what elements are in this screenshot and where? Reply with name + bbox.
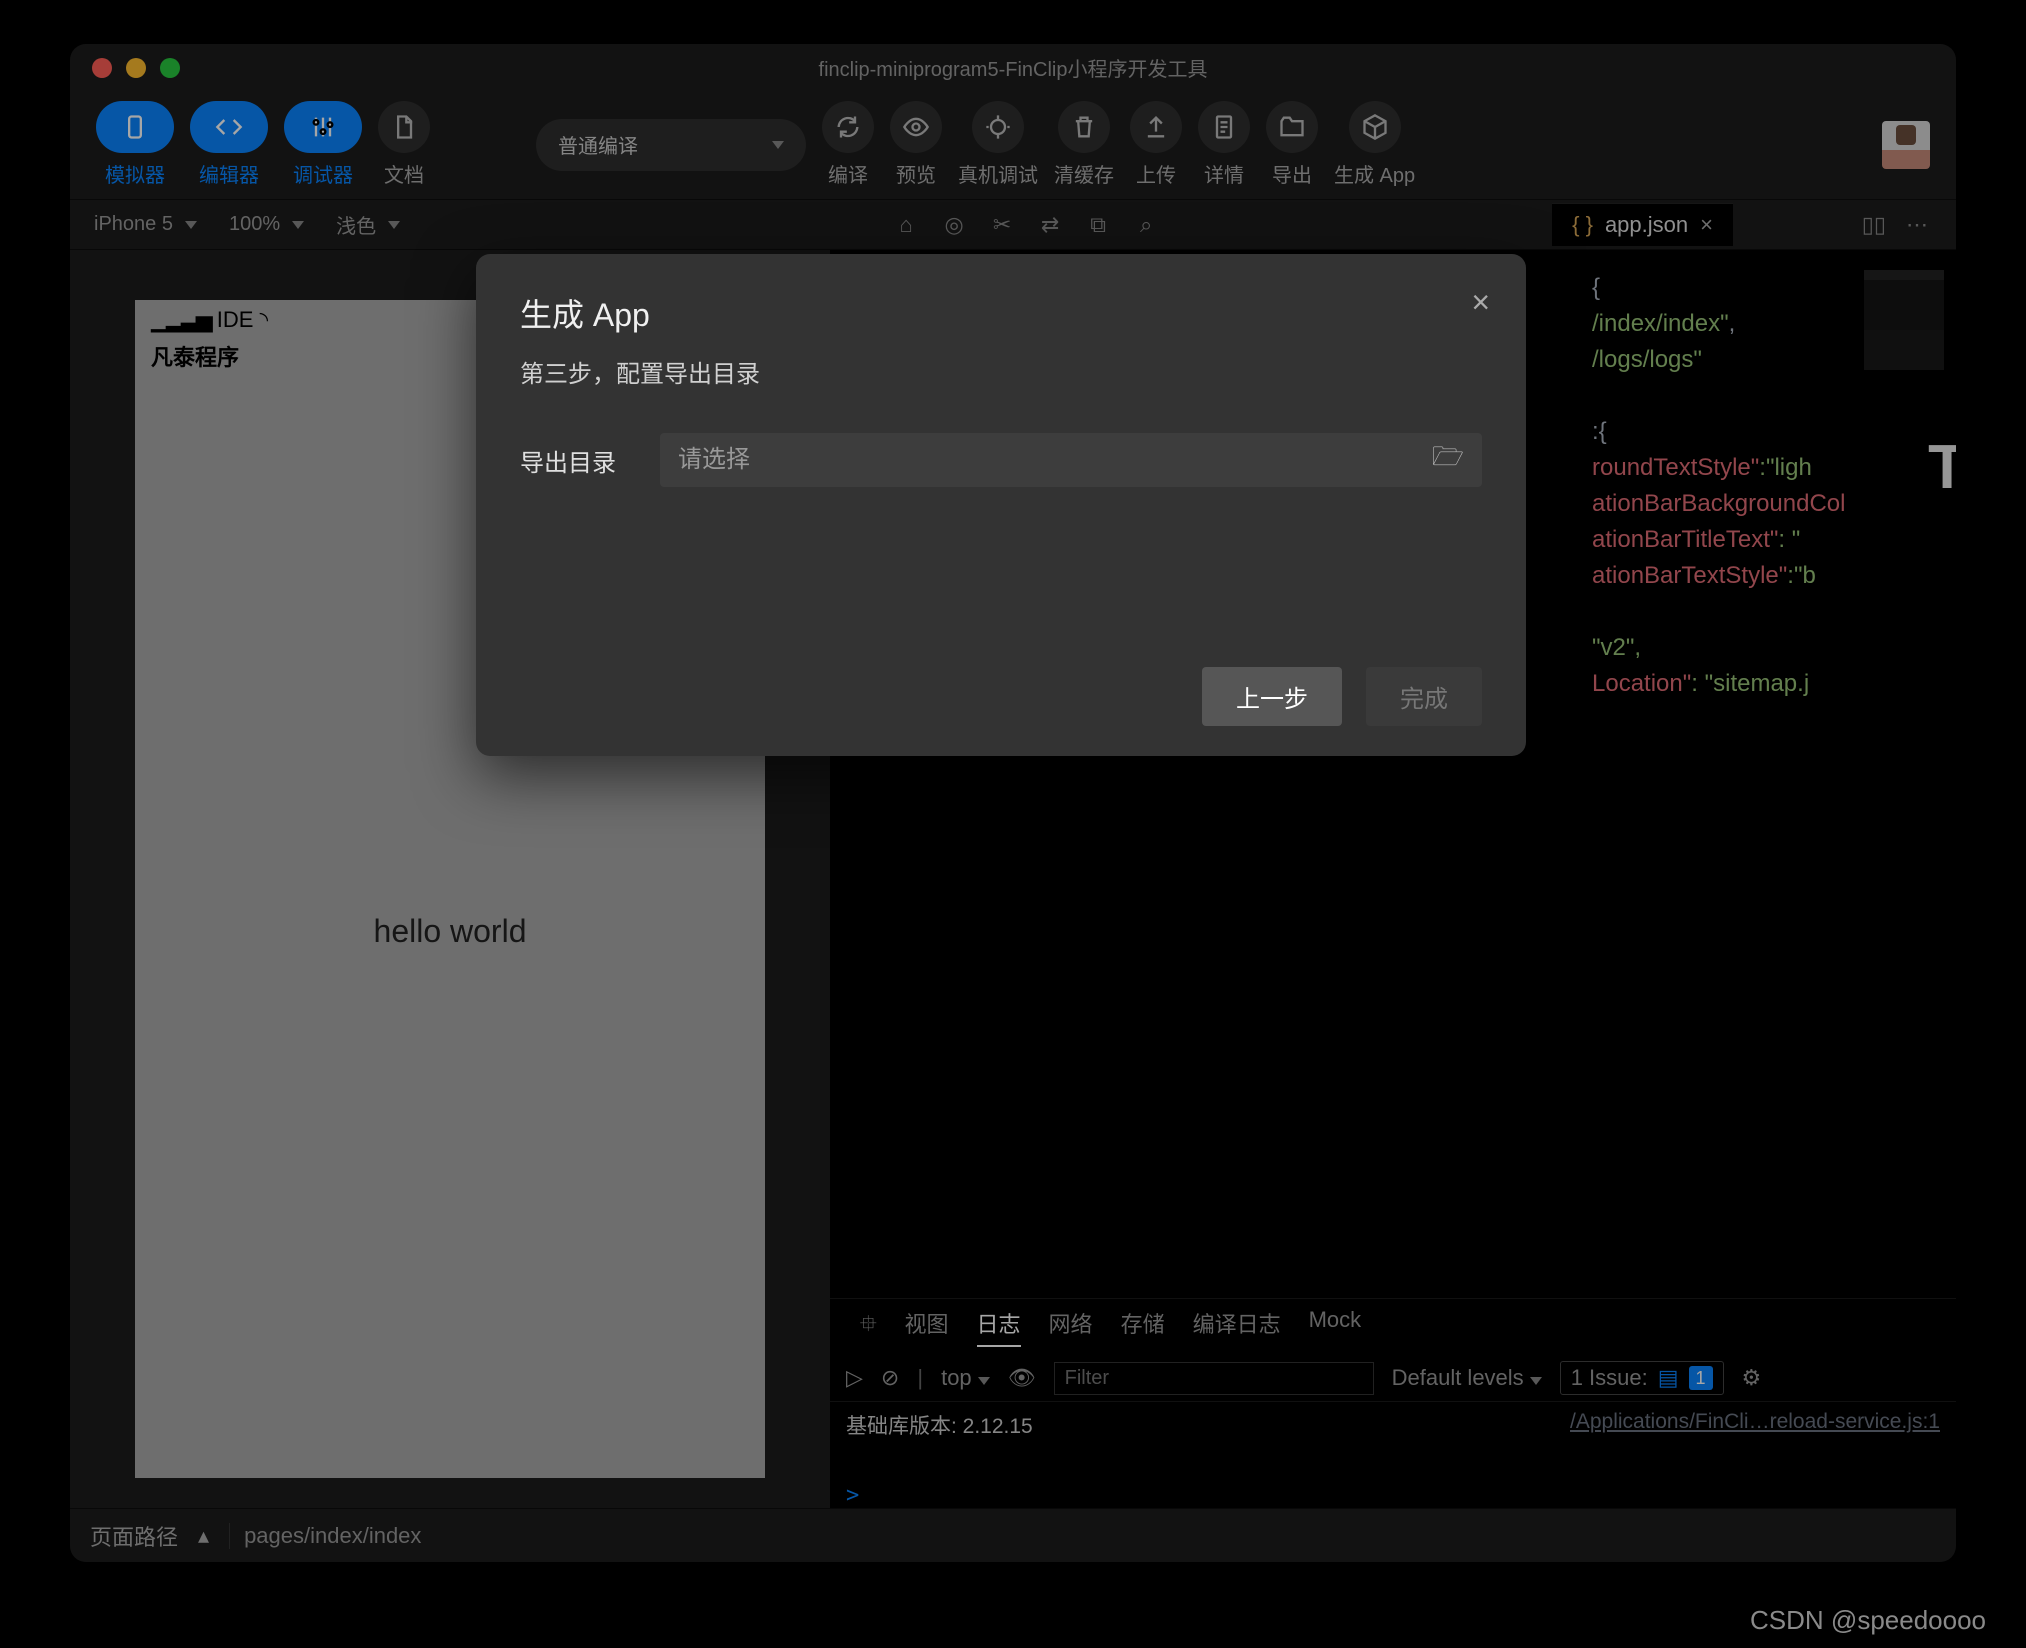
export-dir-label: 导出目录 xyxy=(520,443,630,478)
app-window: finclip-miniprogram5-FinClip小程序开发工具 模拟器 … xyxy=(70,44,1956,1562)
finish-button[interactable]: 完成 xyxy=(1366,667,1482,726)
watermark: CSDN @speedoooo xyxy=(1750,1605,1986,1636)
previous-button[interactable]: 上一步 xyxy=(1202,667,1342,726)
modal-close-button[interactable]: × xyxy=(1471,284,1490,321)
modal-subtitle: 第三步，配置导出目录 xyxy=(520,354,1482,389)
modal-buttons: 上一步 完成 xyxy=(520,667,1482,726)
modal-title: 生成 App xyxy=(520,290,1482,336)
export-dir-input[interactable] xyxy=(678,446,1432,474)
generate-app-modal: × 生成 App 第三步，配置导出目录 导出目录 🗁 上一步 完成 xyxy=(476,254,1526,756)
folder-open-icon[interactable]: 🗁 xyxy=(1432,438,1464,482)
export-dir-field[interactable]: 🗁 xyxy=(660,433,1482,487)
export-dir-row: 导出目录 🗁 xyxy=(520,433,1482,487)
